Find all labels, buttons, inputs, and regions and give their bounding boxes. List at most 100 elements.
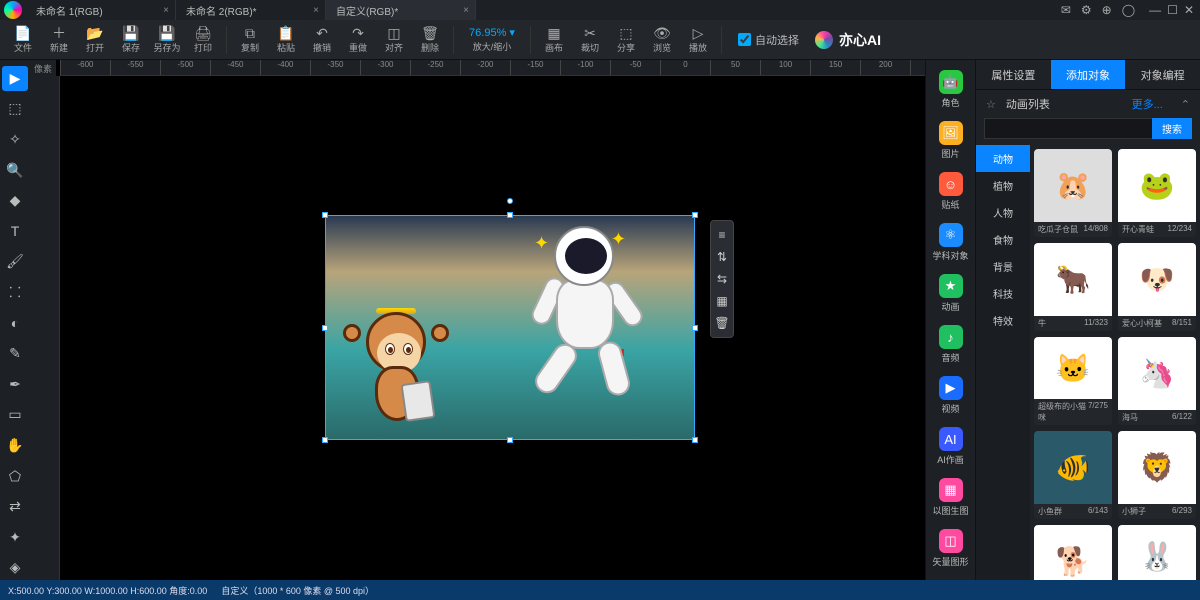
asset-card[interactable]: 🦄海马6/122 xyxy=(1118,337,1196,425)
asset-card[interactable]: 🐠小鱼群6/143 xyxy=(1034,431,1112,519)
tab-close-icon[interactable]: × xyxy=(313,5,319,16)
zoom-control[interactable]: 76.95% ▾放大/缩小 xyxy=(460,21,524,59)
toolbar-打印[interactable]: 🖨打印 xyxy=(186,21,220,59)
toolbar-播放[interactable]: ▷播放 xyxy=(681,21,715,59)
left-tool[interactable]: ⇄ xyxy=(2,494,28,519)
rail-矢量图形[interactable]: ◫矢量图形 xyxy=(930,525,972,572)
asset-card[interactable]: 🐸开心青蛙12/234 xyxy=(1118,149,1196,237)
toolbar-对齐[interactable]: ◫对齐 xyxy=(377,21,411,59)
rail-贴纸[interactable]: ☺贴纸 xyxy=(930,168,972,215)
panel-tab[interactable]: 对象编程 xyxy=(1125,60,1200,89)
left-tool[interactable]: ⬚ xyxy=(2,97,28,122)
toolbar-保存[interactable]: 💾保存 xyxy=(114,21,148,59)
toolbar-裁切[interactable]: ✂裁切 xyxy=(573,21,607,59)
ai-brand[interactable]: 亦心AI xyxy=(815,30,881,50)
title-icon[interactable]: ✉ xyxy=(1061,3,1071,17)
close-button[interactable]: ✕ xyxy=(1184,3,1194,17)
title-icon[interactable]: ◯ xyxy=(1122,3,1135,17)
document-tab[interactable]: 未命名 1(RGB)× xyxy=(26,0,176,20)
left-tool[interactable]: 🖌 xyxy=(2,250,28,275)
selected-canvas-object[interactable]: ✦✦ xyxy=(325,215,695,440)
left-tool[interactable]: ✒ xyxy=(2,372,28,397)
more-link[interactable]: 更多... xyxy=(1132,96,1163,112)
rail-角色[interactable]: 🤖角色 xyxy=(930,66,972,113)
float-tool-button[interactable]: ≡ xyxy=(711,224,733,246)
category-item[interactable]: 动物 xyxy=(976,145,1030,172)
rail-动画[interactable]: ★动画 xyxy=(930,270,972,317)
left-tool[interactable]: ✦ xyxy=(2,525,28,550)
float-tool-button[interactable]: ▦ xyxy=(711,290,733,312)
canvas-area[interactable]: 像素 -600-550-500-450-400-350-300-250-200-… xyxy=(30,60,925,580)
maximize-button[interactable]: ☐ xyxy=(1167,3,1178,17)
title-icon[interactable]: ⚙ xyxy=(1081,3,1092,17)
asset-card[interactable]: 🐹吃瓜子仓鼠14/808 xyxy=(1034,149,1112,237)
toolbar-删除[interactable]: 🗑删除 xyxy=(413,21,447,59)
left-tool[interactable]: ✎ xyxy=(2,341,28,366)
category-item[interactable]: 食物 xyxy=(976,226,1030,253)
panel-tab[interactable]: 添加对象 xyxy=(1051,60,1126,89)
monkey-character[interactable] xyxy=(351,304,441,434)
auto-select-checkbox[interactable] xyxy=(738,33,751,46)
rail-音频[interactable]: ♪音频 xyxy=(930,321,972,368)
astronaut-character[interactable]: ✦✦ xyxy=(524,221,654,401)
rail-视频[interactable]: ▶视频 xyxy=(930,372,972,419)
search-input[interactable] xyxy=(984,118,1152,139)
asset-card[interactable]: 🦁小狮子6/293 xyxy=(1118,431,1196,519)
tab-close-icon[interactable]: × xyxy=(463,5,469,16)
document-tab[interactable]: 自定义(RGB)*× xyxy=(326,0,476,20)
collapse-icon[interactable]: ⌃ xyxy=(1181,98,1190,111)
left-tool[interactable]: ⸬ xyxy=(2,280,28,305)
asset-card[interactable]: 🐰背萝卜的小兔子5/749 xyxy=(1118,525,1196,580)
rail-学科对象[interactable]: ⚛学科对象 xyxy=(930,219,972,266)
toolbar-浏览[interactable]: 👁浏览 xyxy=(645,21,679,59)
left-tool[interactable]: 🔍 xyxy=(2,158,28,183)
category-item[interactable]: 人物 xyxy=(976,199,1030,226)
resize-handle[interactable] xyxy=(692,212,698,218)
toolbar-粘贴[interactable]: 📋粘贴 xyxy=(269,21,303,59)
zoom-value[interactable]: 76.95% ▾ xyxy=(463,26,521,39)
float-tool-button[interactable]: 🗑 xyxy=(711,312,733,334)
category-item[interactable]: 特效 xyxy=(976,307,1030,334)
category-item[interactable]: 植物 xyxy=(976,172,1030,199)
rail-AI作画[interactable]: AIAI作画 xyxy=(930,423,972,470)
float-tool-button[interactable]: ⇅ xyxy=(711,246,733,268)
left-tool[interactable]: ✧ xyxy=(2,127,28,152)
title-icon[interactable]: ⊕ xyxy=(1102,3,1112,17)
resize-handle[interactable] xyxy=(692,325,698,331)
toolbar-打开[interactable]: 📂打开 xyxy=(78,21,112,59)
asset-card[interactable]: 🐱超级布的小猫咪7/275 xyxy=(1034,337,1112,425)
toolbar-画布[interactable]: ▦画布 xyxy=(537,21,571,59)
toolbar-撤销[interactable]: ↶撤销 xyxy=(305,21,339,59)
left-tool[interactable]: T xyxy=(2,219,28,244)
category-item[interactable]: 背景 xyxy=(976,253,1030,280)
left-tool[interactable]: ▶ xyxy=(2,66,28,91)
resize-handle[interactable] xyxy=(322,325,328,331)
left-tool[interactable]: ◐ xyxy=(2,311,28,336)
toolbar-复制[interactable]: ⧉复制 xyxy=(233,21,267,59)
toolbar-文件[interactable]: 📄文件 xyxy=(6,21,40,59)
minimize-button[interactable]: — xyxy=(1149,3,1161,17)
resize-handle[interactable] xyxy=(322,212,328,218)
resize-handle[interactable] xyxy=(507,437,513,443)
left-tool[interactable]: ◈ xyxy=(2,556,28,581)
auto-select-toggle[interactable]: 自动选择 xyxy=(738,32,799,48)
document-tab[interactable]: 未命名 2(RGB)*× xyxy=(176,0,326,20)
rotate-handle[interactable] xyxy=(507,198,513,204)
left-tool[interactable]: ▭ xyxy=(2,403,28,428)
left-tool[interactable]: ⬠ xyxy=(2,464,28,489)
favorite-icon[interactable]: ☆ xyxy=(986,98,996,111)
rail-以图生图[interactable]: ▦以图生图 xyxy=(930,474,972,521)
toolbar-新建[interactable]: ＋新建 xyxy=(42,21,76,59)
asset-card[interactable]: 🐶爱心小柯基8/151 xyxy=(1118,243,1196,331)
resize-handle[interactable] xyxy=(692,437,698,443)
search-button[interactable]: 搜索 xyxy=(1152,118,1192,139)
rail-图片[interactable]: 🖼图片 xyxy=(930,117,972,164)
tab-close-icon[interactable]: × xyxy=(163,5,169,16)
toolbar-分享[interactable]: ⬚分享 xyxy=(609,21,643,59)
toolbar-重做[interactable]: ↷重做 xyxy=(341,21,375,59)
asset-grid[interactable]: 🐹吃瓜子仓鼠14/808🐸开心青蛙12/234🐂牛11/323🐶爱心小柯基8/1… xyxy=(1030,145,1200,580)
resize-handle[interactable] xyxy=(322,437,328,443)
panel-tab[interactable]: 属性设置 xyxy=(976,60,1051,89)
float-tool-button[interactable]: ⇆ xyxy=(711,268,733,290)
resize-handle[interactable] xyxy=(507,212,513,218)
